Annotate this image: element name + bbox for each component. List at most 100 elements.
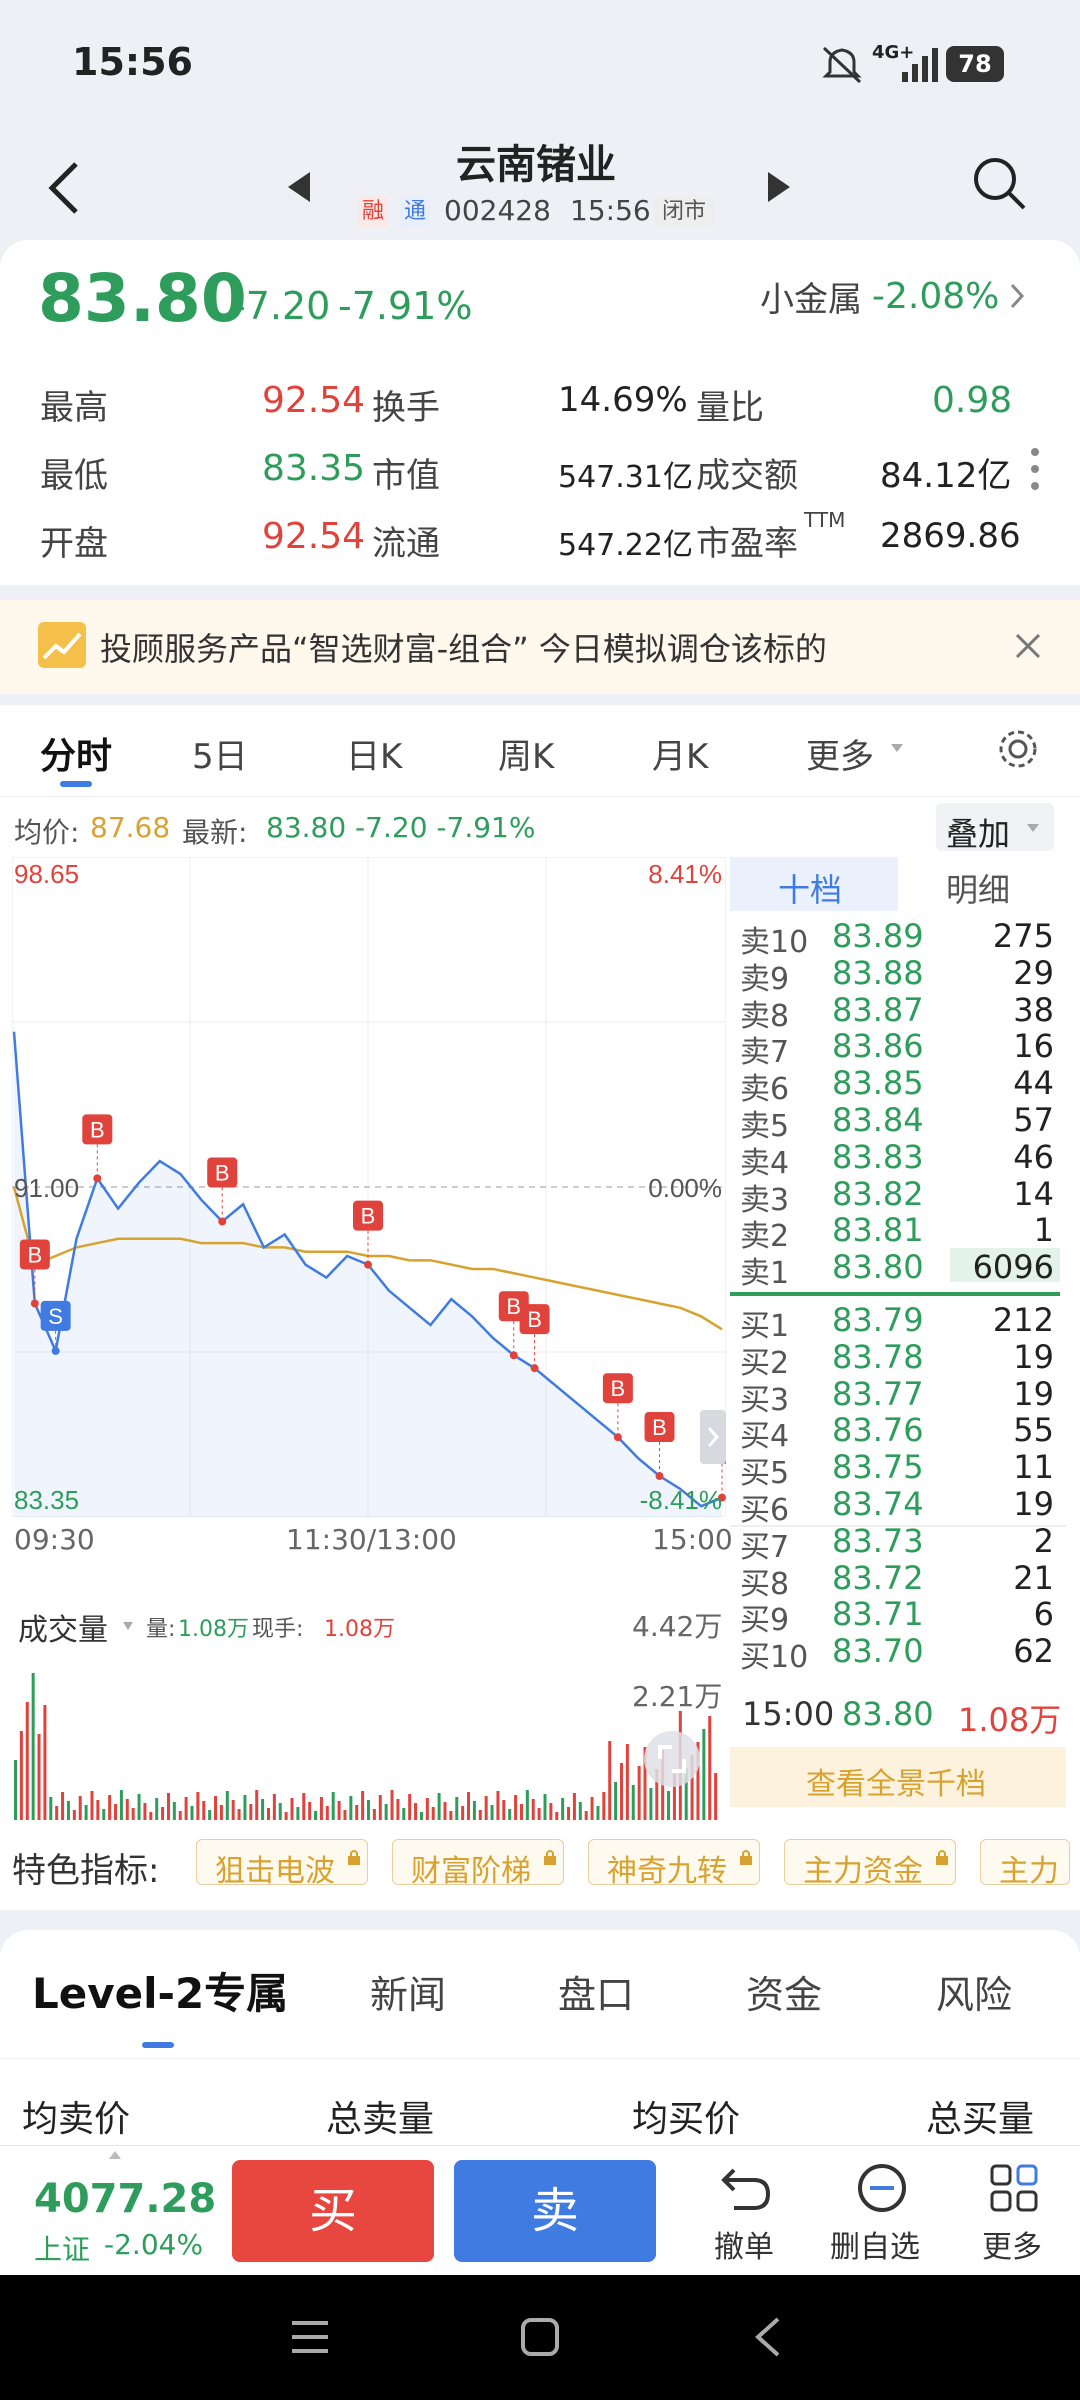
sector-link[interactable]: 小金属 -2.08% <box>760 274 1025 320</box>
close-icon[interactable] <box>1014 632 1042 660</box>
volume-bar <box>43 1705 47 1820</box>
divider <box>730 1525 1066 1527</box>
tab-orderbook[interactable]: 盘口 <box>558 1964 634 2019</box>
volume-bar <box>208 1810 212 1820</box>
tab-daily-k[interactable]: 日K <box>346 729 402 778</box>
marker-dot <box>530 1364 539 1373</box>
volume-bar <box>384 1804 388 1820</box>
minus-circle-icon <box>858 2164 906 2212</box>
signal-icon <box>902 48 938 82</box>
volume-bar <box>337 1801 341 1820</box>
promo-banner[interactable]: 投顾服务产品“智选财富-组合” 今日模拟调仓该标的 <box>0 600 1080 694</box>
high-label: 最高 <box>40 388 108 428</box>
indicator-chip[interactable]: 神奇九转 <box>588 1839 760 1889</box>
marker-label: B <box>27 1242 42 1267</box>
tab-detail[interactable]: 明细 <box>946 865 1010 911</box>
level-price: 83.87 <box>832 990 924 1029</box>
tab-news[interactable]: 新闻 <box>370 1964 446 2019</box>
indicator-chip[interactable]: 主力 <box>980 1839 1070 1889</box>
bid-row: 买9 83.71 6 <box>730 1593 1066 1638</box>
cancel-order-label: 撤单 <box>714 2230 774 2265</box>
menu-icon[interactable] <box>290 2317 330 2357</box>
volume-bar <box>378 1795 382 1820</box>
expand-handle[interactable] <box>700 1410 726 1464</box>
tab-intraday[interactable]: 分时 <box>40 727 112 779</box>
bid-row: 买10 83.70 62 <box>730 1630 1066 1675</box>
low-label: 最低 <box>40 456 108 496</box>
indicator-chip[interactable]: 财富阶梯 <box>392 1839 564 1889</box>
amount-label: 成交额 <box>696 456 798 496</box>
chart-card: 分时 5日 日K 周K 月K 更多 均价: 87.68 最新: 83.80 -7… <box>0 705 1080 1910</box>
y-tick-high: 98.65 <box>14 859 79 889</box>
y-tick-low: 83.35 <box>14 1485 79 1515</box>
chevron-right-icon <box>1011 283 1025 309</box>
marker-dot <box>613 1433 622 1442</box>
remove-watchlist-button[interactable]: 删自选 <box>826 2160 936 2270</box>
level-price: 83.82 <box>832 1174 924 1213</box>
volume-bar <box>649 1788 653 1820</box>
volume-bar <box>455 1797 459 1820</box>
level-price: 83.74 <box>832 1484 924 1523</box>
back-nav-icon[interactable] <box>752 2317 782 2357</box>
tab-more[interactable]: 更多 <box>806 729 874 778</box>
gear-icon[interactable] <box>996 727 1040 771</box>
volume-bar <box>55 1806 59 1820</box>
volume-bar <box>166 1793 170 1820</box>
buy-button[interactable]: 买 <box>232 2160 434 2262</box>
level-price: 83.86 <box>832 1027 924 1066</box>
marker-dot <box>51 1346 60 1355</box>
tab-level2[interactable]: Level-2专属 <box>32 1960 288 2021</box>
more-vertical-icon[interactable] <box>1028 446 1042 492</box>
level-price: 83.85 <box>832 1064 924 1103</box>
view-all-depth-button[interactable]: 查看全景千档 <box>730 1747 1066 1807</box>
volume-bar <box>708 1716 712 1820</box>
next-stock-icon[interactable] <box>766 170 792 204</box>
tab-ten-levels[interactable]: 十档 <box>730 857 898 911</box>
volume-bar <box>402 1808 406 1820</box>
level-price: 83.73 <box>832 1521 924 1560</box>
cancel-order-button[interactable]: 撤单 <box>700 2160 790 2270</box>
level-price: 83.89 <box>832 917 924 955</box>
tab-weekly-k[interactable]: 周K <box>498 729 554 778</box>
tab-risk[interactable]: 风险 <box>936 1964 1012 2019</box>
volume-bar <box>531 1799 535 1820</box>
more-label: 更多 <box>982 2230 1042 2265</box>
chevron-up-icon <box>109 2151 121 2159</box>
stock-name: 云南锗业 <box>456 142 616 188</box>
title-bar: 云南锗业 融 通 002428 15:56 闭市 <box>0 130 1080 240</box>
volume-bar <box>90 1791 94 1820</box>
home-icon[interactable] <box>520 2317 560 2357</box>
tab-5day[interactable]: 5日 <box>192 729 248 778</box>
back-icon[interactable] <box>44 160 84 216</box>
lock-icon <box>544 1850 556 1865</box>
intraday-chart[interactable]: SBBBBBBBBB 98.65 91.00 83.35 8.41% 0.00%… <box>12 857 726 1517</box>
indicator-chip-label: 神奇九转 <box>607 1854 727 1889</box>
volume-bar <box>278 1803 282 1820</box>
index-value[interactable]: 4077.28 <box>34 2176 216 2222</box>
level-volume: 21 <box>1013 1558 1054 1597</box>
turnover-label: 换手 <box>372 388 440 428</box>
volume-bar <box>631 1785 635 1820</box>
fullscreen-icon[interactable] <box>642 1729 702 1789</box>
indicator-chip[interactable]: 主力资金 <box>784 1839 956 1889</box>
y-right-tick-mid: 0.00% <box>648 1173 722 1203</box>
buy-label: 买 <box>308 2183 357 2239</box>
indicator-chip-label: 狙击电波 <box>215 1854 335 1889</box>
level-price: 83.79 <box>832 1301 924 1339</box>
marker-label: B <box>215 1161 230 1186</box>
search-icon[interactable] <box>970 154 1028 212</box>
volume-bar <box>214 1796 218 1820</box>
tab-monthly-k[interactable]: 月K <box>652 729 708 778</box>
indicator-chip[interactable]: 狙击电波 <box>196 1839 368 1889</box>
sell-button[interactable]: 卖 <box>454 2160 656 2262</box>
prev-stock-icon[interactable] <box>286 170 312 204</box>
volume-bar <box>78 1796 82 1820</box>
volume-bar <box>237 1809 241 1820</box>
volume-label[interactable]: 成交量 <box>18 1605 108 1649</box>
level-label: 卖1 <box>740 1256 790 1292</box>
volume-bar <box>319 1797 323 1820</box>
overlay-button[interactable]: 叠加 <box>936 803 1054 853</box>
more-button[interactable]: 更多 <box>970 2160 1060 2270</box>
tab-funds[interactable]: 资金 <box>746 1964 822 2019</box>
chevron-down-icon <box>1027 824 1039 832</box>
